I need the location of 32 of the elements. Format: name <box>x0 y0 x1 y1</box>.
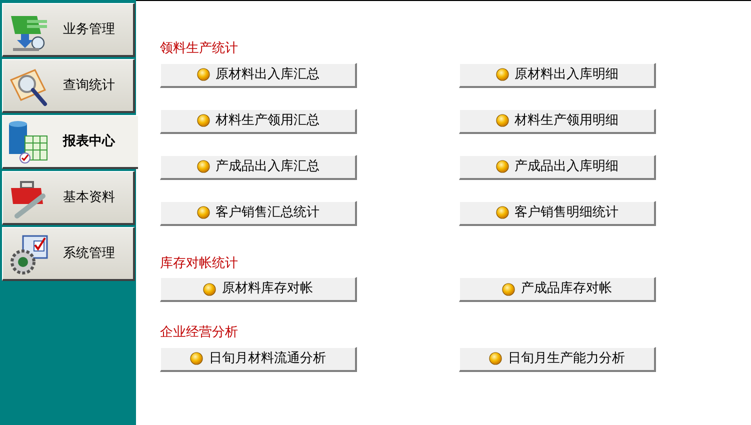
ball-icon <box>203 282 216 296</box>
report-button[interactable]: 材料生产领用汇总 <box>160 108 357 134</box>
sidebar-item[interactable]: 业务管理 <box>2 3 135 57</box>
sidebar-item[interactable]: 系统管理 <box>2 227 135 281</box>
sidebar-item[interactable]: 查询统计 <box>2 59 135 113</box>
report-button[interactable]: 原材料出入库汇总 <box>160 62 357 88</box>
ball-icon <box>196 160 210 173</box>
report-button[interactable]: 客户销售汇总统计 <box>160 200 357 226</box>
report-button[interactable]: 材料生产领用明细 <box>459 108 656 134</box>
sidebar-item[interactable]: 报表中心 <box>2 115 138 169</box>
report-button[interactable]: 日旬月材料流通分析 <box>160 346 357 372</box>
sidebar-item[interactable]: 基本资料 <box>2 171 135 225</box>
ball-icon <box>190 352 203 365</box>
ball-icon <box>496 206 508 219</box>
ball-icon <box>496 114 508 127</box>
report-button[interactable]: 产成品出入库明细 <box>459 154 656 180</box>
report-button[interactable]: 日旬月生产能力分析 <box>459 346 656 372</box>
ball-icon <box>196 68 210 81</box>
report-button[interactable]: 原材料库存对帐 <box>160 277 357 302</box>
report-button[interactable]: 产成品库存对帐 <box>459 277 656 302</box>
section-heading: 库存对帐统计 <box>160 254 239 272</box>
report-button[interactable]: 产成品出入库汇总 <box>160 154 357 180</box>
report-button[interactable]: 客户销售明细统计 <box>459 200 656 226</box>
ball-icon <box>502 282 515 296</box>
ball-icon <box>489 352 502 365</box>
ball-icon <box>496 160 508 173</box>
section-heading: 企业经营分析 <box>160 324 239 342</box>
report-button[interactable]: 原材料出入库明细 <box>459 62 656 88</box>
ball-icon <box>196 114 210 127</box>
ball-icon <box>496 68 508 81</box>
section-heading: 领料生产统计 <box>160 40 239 58</box>
ball-icon <box>196 206 210 219</box>
